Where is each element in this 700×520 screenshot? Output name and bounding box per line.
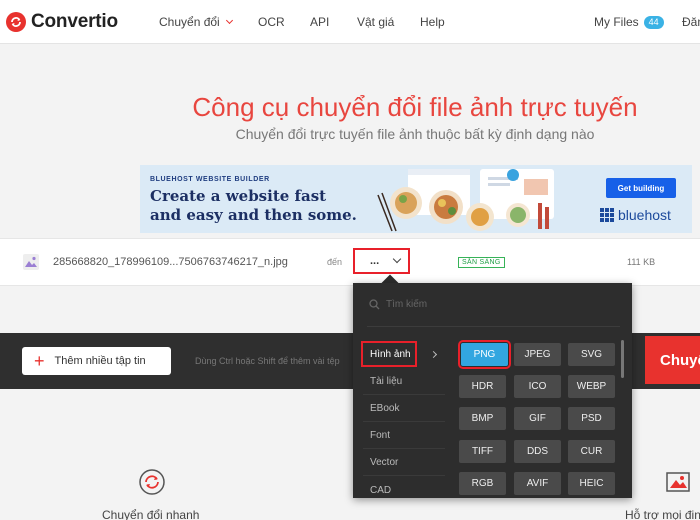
format-avif[interactable]: AVIF (514, 472, 561, 495)
nav-my-files[interactable]: My Files 44 (594, 15, 664, 29)
nav-convert[interactable]: Chuyển đổi (159, 15, 233, 29)
format-svg[interactable]: SVG (568, 343, 615, 366)
nav-login[interactable]: Đăn (682, 15, 700, 29)
nav-api[interactable]: API (310, 15, 329, 29)
add-files-label: Thêm nhiều tập tin (54, 355, 146, 367)
dropdown-scrollbar[interactable] (621, 340, 624, 378)
chevron-down-icon (392, 254, 402, 264)
format-rgb[interactable]: RGB (459, 472, 506, 495)
to-label: đến (327, 257, 343, 267)
file-name: 285668820_178996109...7506763746217_n.jp… (53, 256, 288, 268)
format-search[interactable] (369, 299, 619, 310)
top-header: Convertio Chuyển đổi OCR API Vật giá Hel… (0, 0, 700, 44)
format-dropdown: Hình ảnh Tài liệu EBook Font Vector CAD … (353, 283, 632, 498)
all-formats-icon (666, 472, 690, 492)
format-ico[interactable]: ICO (514, 375, 561, 398)
search-divider (367, 326, 620, 327)
ad-kicker: BLUEHOST WEBSITE BUILDER (150, 176, 270, 183)
format-dds[interactable]: DDS (514, 440, 561, 463)
output-format-select[interactable]: ... (353, 248, 410, 274)
plus-icon: + (34, 351, 45, 371)
nav-help[interactable]: Help (420, 15, 445, 29)
category-ebook[interactable]: EBook (363, 396, 445, 422)
status-badge: SẴN SÀNG (458, 257, 505, 268)
ad-banner[interactable]: BLUEHOST WEBSITE BUILDER Create a websit… (140, 165, 692, 233)
category-font[interactable]: Font (363, 423, 445, 449)
format-search-input[interactable] (386, 299, 586, 310)
category-image[interactable]: Hình ảnh (361, 341, 417, 367)
output-format-value: ... (370, 255, 380, 267)
convertio-logo-icon (6, 12, 26, 32)
my-files-count-badge: 44 (643, 15, 664, 29)
feature-fast-convert: Chuyển đổi nhanh (102, 508, 200, 520)
format-webp[interactable]: WEBP (568, 375, 615, 398)
ad-headline-1: Create a website fast (150, 187, 327, 205)
nav-convert-label: Chuyển đổi (159, 15, 220, 29)
convert-button[interactable]: Chuyển (645, 336, 700, 384)
file-size: 111 KB (627, 257, 656, 267)
format-tiff[interactable]: TIFF (459, 440, 506, 463)
format-cur[interactable]: CUR (568, 440, 615, 463)
chevron-down-icon (225, 16, 233, 25)
nav-ocr[interactable]: OCR (258, 15, 285, 29)
format-psd[interactable]: PSD (568, 407, 615, 430)
feature-all-formats: Hỗ trợ mọi định (625, 508, 700, 520)
multi-select-hint: Dùng Ctrl hoặc Shift để thêm vài tệp (195, 356, 340, 366)
ad-headline-2: and easy and then some. (150, 206, 357, 224)
bluehost-grid-icon (600, 208, 614, 222)
nav-pricing[interactable]: Vật giá (357, 15, 394, 29)
ad-food-illustration (377, 169, 554, 232)
category-cad[interactable]: CAD (363, 477, 445, 503)
brand-name: Convertio (31, 11, 118, 32)
format-bmp[interactable]: BMP (459, 407, 506, 430)
format-heic[interactable]: HEIC (568, 472, 615, 495)
chevron-right-icon (429, 350, 438, 359)
ad-brand-name: bluehost (618, 207, 671, 223)
search-icon (369, 299, 380, 310)
page-title: Công cụ chuyển đổi file ảnh trực tuyến (192, 92, 638, 122)
page-subtitle: Chuyển đổi trực tuyến file ảnh thuộc bất… (235, 126, 595, 142)
image-file-icon (23, 254, 39, 270)
my-files-label: My Files (594, 15, 639, 29)
format-png[interactable]: PNG (458, 340, 511, 369)
add-files-button[interactable]: + Thêm nhiều tập tin (22, 347, 171, 375)
ad-cta-button[interactable]: Get building (606, 178, 676, 198)
category-vector[interactable]: Vector (363, 450, 445, 476)
fast-convert-icon (139, 469, 165, 495)
ad-brand: bluehost (600, 207, 671, 223)
category-document[interactable]: Tài liệu (363, 369, 445, 395)
format-jpeg[interactable]: JPEG (514, 343, 561, 366)
file-row: 285668820_178996109...7506763746217_n.jp… (0, 238, 700, 286)
logo[interactable]: Convertio (6, 10, 118, 34)
format-gif[interactable]: GIF (514, 407, 561, 430)
format-hdr[interactable]: HDR (459, 375, 506, 398)
